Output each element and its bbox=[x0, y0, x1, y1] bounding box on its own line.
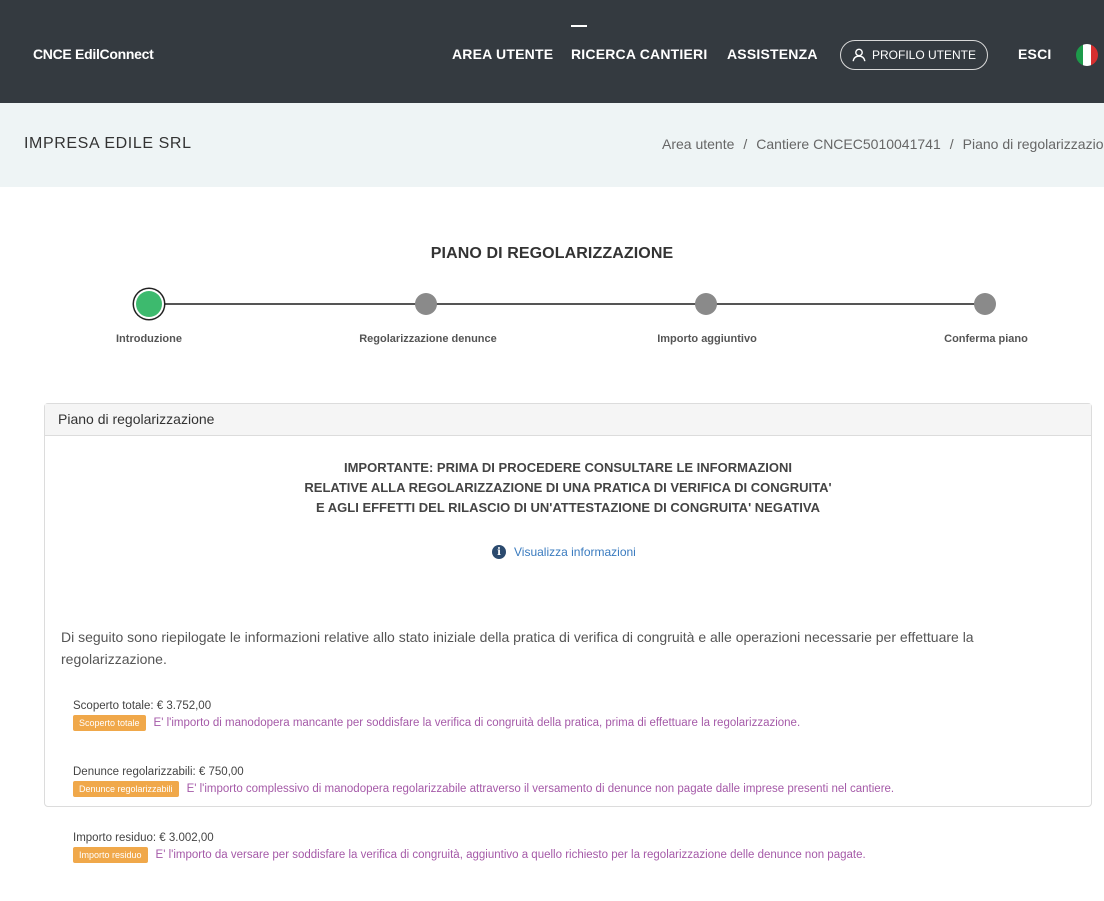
breadcrumb-separator: / bbox=[743, 136, 748, 152]
view-info-label: Visualizza informazioni bbox=[514, 545, 636, 559]
intro-text: Di seguito sono riepilogate le informazi… bbox=[61, 629, 974, 667]
summary-item-denunce-regolarizzabili: Denunce regolarizzabili: € 750,00 Denunc… bbox=[73, 766, 894, 797]
top-navbar: CNCE EdilConnect AREA UTENTE RICERCA CAN… bbox=[0, 0, 1104, 103]
breadcrumb-area-utente[interactable]: Area utente bbox=[662, 136, 734, 152]
flag-stripe-green bbox=[1076, 44, 1084, 66]
summary-item-scoperto-totale: Scoperto totale: € 3.752,00 Scoperto tot… bbox=[73, 700, 800, 731]
important-line: IMPORTANTE: PRIMA DI PROCEDERE CONSULTAR… bbox=[343, 460, 792, 475]
breadcrumb-cantiere[interactable]: Cantiere CNCEC5010041741 bbox=[756, 136, 940, 152]
profile-button[interactable]: PROFILO UTENTE bbox=[840, 40, 988, 70]
status-badge: Importo residuo bbox=[73, 847, 148, 863]
flag-stripe-red bbox=[1090, 44, 1098, 66]
step-label-introduzione: Introduzione bbox=[116, 333, 182, 345]
breadcrumb: Area utente / Cantiere CNCEC5010041741 / Pia… bbox=[662, 136, 1104, 152]
company-name: IMPRESA EDILE SRL bbox=[24, 135, 192, 152]
logout-button[interactable]: ESCI bbox=[1018, 46, 1051, 62]
profile-button-label: PROFILO UTENTE bbox=[871, 48, 976, 62]
info-icon: i bbox=[492, 545, 506, 559]
nav-assistenza[interactable]: ASSISTENZA bbox=[727, 46, 818, 62]
status-badge: Denunce regolarizzabili bbox=[73, 781, 179, 797]
nav-active-indicator bbox=[571, 25, 587, 27]
item-label: Importo residuo: € 3.002,00 bbox=[73, 832, 214, 844]
step-dot-conferma-piano bbox=[974, 293, 996, 315]
step-label-importo-aggiuntivo: Importo aggiuntivo bbox=[657, 333, 757, 345]
summary-item-importo-residuo: Importo residuo: € 3.002,00 Importo resi… bbox=[73, 832, 866, 863]
status-badge: Scoperto totale bbox=[73, 715, 146, 731]
page-title: PIANO DI REGOLARIZZAZIONE bbox=[430, 245, 674, 262]
item-description: E' l'importo da versare per soddisfare l… bbox=[155, 849, 866, 861]
user-icon bbox=[852, 48, 866, 62]
step-dot-regolarizzazione-denunce bbox=[415, 293, 437, 315]
language-flag-icon[interactable] bbox=[1076, 44, 1098, 66]
important-line: RELATIVE ALLA REGOLARIZZAZIONE DI UNA PR… bbox=[304, 480, 832, 495]
regularization-card: Piano di regolarizzazione IMPORTANTE: PR… bbox=[44, 403, 1092, 863]
step-label-conferma-piano: Conferma piano bbox=[944, 333, 1028, 345]
item-label: Denunce regolarizzabili: € 750,00 bbox=[73, 766, 244, 778]
breadcrumb-separator: / bbox=[949, 136, 954, 152]
breadcrumb-current: Piano di regolarizzazione bbox=[962, 136, 1104, 152]
item-label: Scoperto totale: € 3.752,00 bbox=[73, 700, 212, 712]
important-notice: IMPORTANTE: PRIMA DI PROCEDERE CONSULTAR… bbox=[45, 458, 1091, 518]
flag-stripe-white bbox=[1083, 44, 1091, 66]
view-info-link[interactable]: i Visualizza informazioni bbox=[492, 545, 636, 559]
step-dot-introduzione bbox=[136, 291, 162, 317]
nav-ricerca-cantieri[interactable]: RICERCA CANTIERI bbox=[571, 46, 707, 62]
item-description: E' l'importo di manodopera mancante per … bbox=[153, 717, 801, 729]
brand-logo[interactable]: CNCE EdilConnect bbox=[33, 46, 154, 62]
stepper-line bbox=[152, 303, 987, 305]
card-title: Piano di regolarizzazione bbox=[45, 404, 1091, 436]
step-label-regolarizzazione-denunce: Regolarizzazione denunce bbox=[359, 333, 497, 345]
important-line: E AGLI EFFETTI DEL RILASCIO DI UN'ATTEST… bbox=[315, 500, 821, 515]
item-description: E' l'importo complessivo di manodopera r… bbox=[186, 783, 895, 795]
step-dot-importo-aggiuntivo bbox=[695, 293, 717, 315]
nav-area-utente[interactable]: AREA UTENTE bbox=[452, 46, 553, 62]
